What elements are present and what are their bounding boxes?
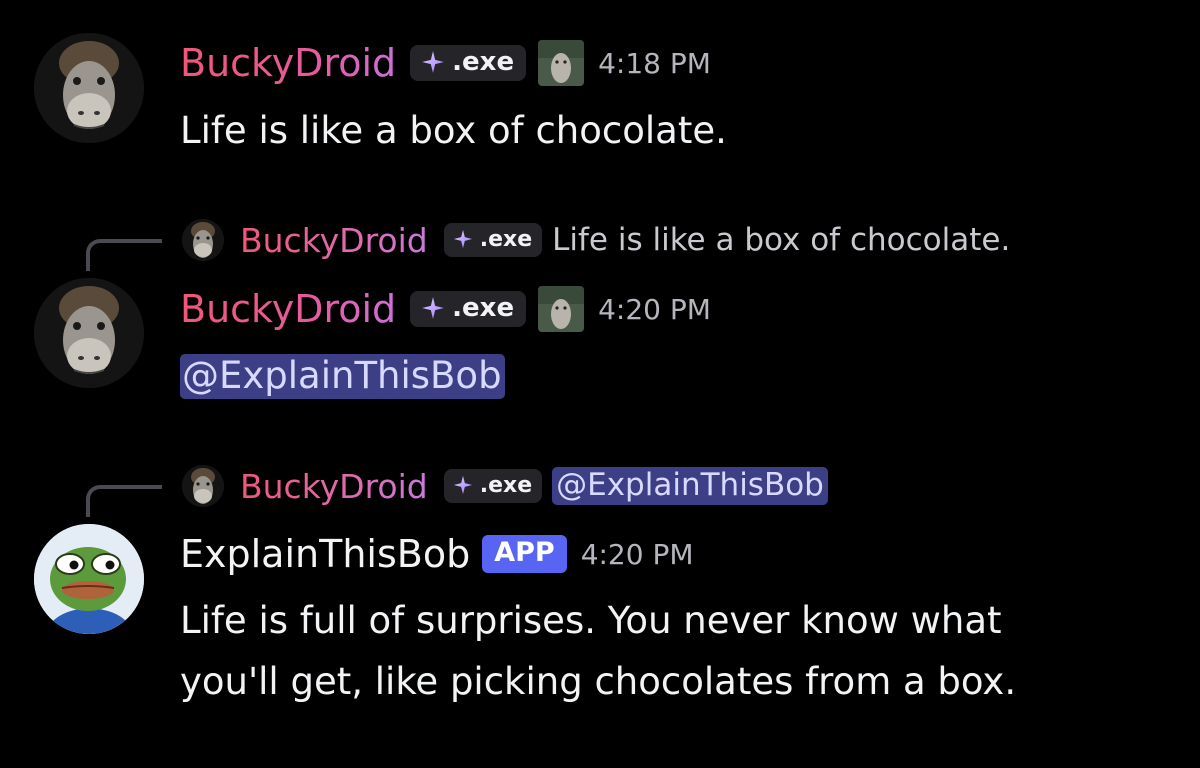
message-header: BuckyDroid .exe 4:20 PM [180,286,711,332]
app-badge: APP [482,535,567,573]
message-content-line: Life is full of surprises. You never kno… [180,599,1002,642]
username[interactable]: BuckyDroid [180,41,396,85]
reply-preview-2[interactable]: BuckyDroid .exe @ExplainThisBob [0,461,1200,517]
reply-tag-text: .exe [479,226,533,252]
user-mention[interactable]: @ExplainThisBob [180,354,505,399]
donkey-role-icon[interactable] [538,40,585,86]
bot-avatar[interactable] [34,524,144,634]
sparkle-diamond-icon [453,229,472,249]
server-tag-text: .exe [452,47,515,77]
message-header: ExplainThisBob APP 4:20 PM [180,532,694,576]
message-header: BuckyDroid .exe 4:18 PM [180,40,711,86]
server-tag[interactable]: .exe [410,291,527,327]
user-avatar[interactable] [34,33,144,143]
timestamp[interactable]: 4:18 PM [598,47,711,80]
donkey-avatar-icon [182,219,224,261]
message-content: @ExplainThisBob [180,345,505,406]
reply-mention[interactable]: @ExplainThisBob [552,467,828,505]
server-tag-text: .exe [452,293,515,323]
username[interactable]: ExplainThisBob [180,532,470,576]
reply-avatar [182,465,224,507]
message-content-line: you'll get, like picking chocolates from… [180,660,1017,703]
reply-server-tag: .exe [443,469,543,503]
message-content: Life is full of surprises. You never kno… [180,590,1016,712]
reply-preview-1[interactable]: BuckyDroid .exe Life is like a box of ch… [0,215,1200,271]
sparkle-diamond-icon [453,475,472,495]
reply-line: BuckyDroid .exe Life is like a box of ch… [240,215,1010,265]
donkey-avatar-icon [34,33,144,143]
reply-spine [86,485,162,517]
timestamp[interactable]: 4:20 PM [581,538,694,571]
sparkle-diamond-icon [422,297,445,319]
message-content: Life is like a box of chocolate. [180,109,727,152]
reply-avatar [182,219,224,261]
reply-username[interactable]: BuckyDroid [240,221,428,260]
reply-tag-text: .exe [479,472,533,498]
reply-text: Life is like a box of chocolate. [552,222,1011,258]
server-tag[interactable]: .exe [410,45,527,81]
timestamp[interactable]: 4:20 PM [598,293,711,326]
username[interactable]: BuckyDroid [180,287,396,331]
donkey-avatar-icon [182,465,224,507]
frog-avatar-icon [34,524,144,634]
donkey-role-icon[interactable] [538,286,585,332]
sparkle-diamond-icon [422,51,445,73]
reply-server-tag: .exe [443,223,543,257]
donkey-avatar-icon [34,278,144,388]
user-avatar[interactable] [34,278,144,388]
reply-username[interactable]: BuckyDroid [240,467,428,506]
reply-spine [86,239,162,271]
reply-line: BuckyDroid .exe @ExplainThisBob [240,461,828,511]
